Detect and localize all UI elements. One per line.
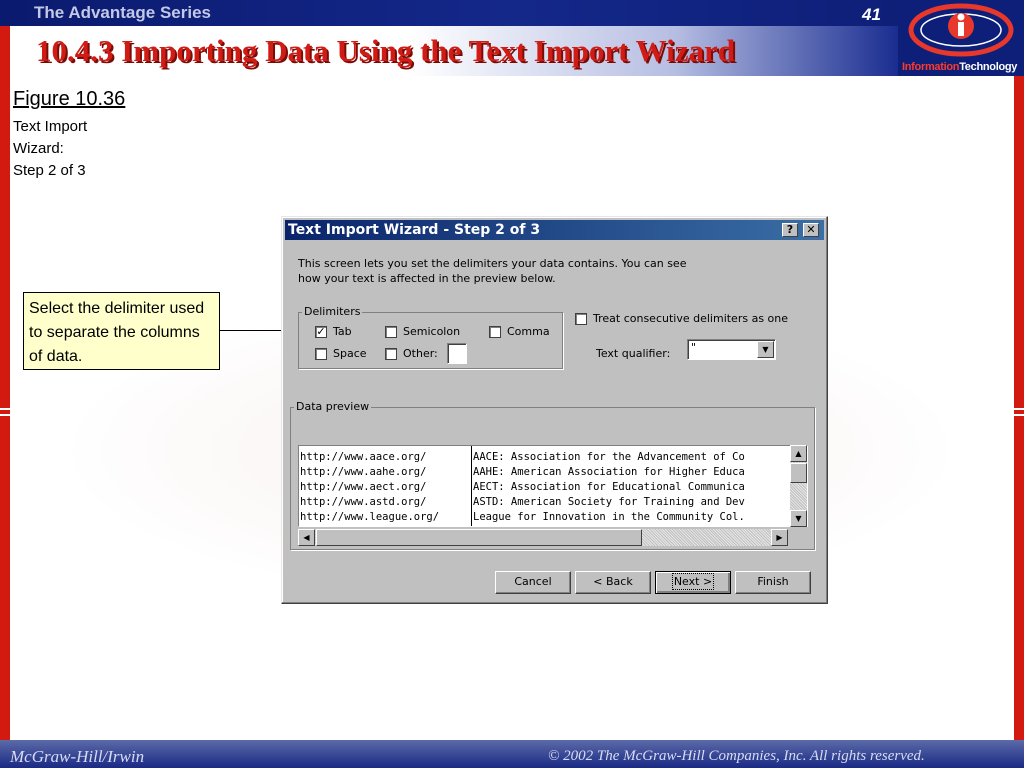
logo-word-white: Technology [959,61,1018,73]
page-number: 41 [862,5,881,24]
next-button[interactable]: Next > [655,571,731,594]
text-qualifier-value: " [691,341,697,354]
figure-description-line: Step 2 of 3 [13,162,86,179]
preview-cell-url: http://www.aace.org/ [300,451,427,463]
instructions-line: This screen lets you set the delimiters … [298,257,687,270]
preview-cell-desc: League for Innovation in the Community C… [473,511,745,523]
publisher-name: McGraw-Hill/Irwin [10,747,145,766]
logo-area: InformationTechnology [898,0,1024,76]
chevron-down-icon[interactable]: ▼ [757,341,774,358]
dialog-title-bar: Text Import Wizard - Step 2 of 3 ? ✕ [285,220,824,240]
treat-consecutive-checkbox[interactable] [575,313,587,325]
horizontal-scroll-thumb[interactable] [316,529,642,546]
figure-description: Text Import Wizard: Step 2 of 3 [13,116,87,182]
other-checkbox-label[interactable]: Other: [403,347,438,360]
back-button[interactable]: < Back [575,571,651,594]
left-bar-stripe [0,414,10,416]
preview-cell-url: http://www.league.org/ [300,511,440,523]
dialog-title: Text Import Wizard - Step 2 of 3 [288,222,541,238]
space-checkbox[interactable] [315,348,327,360]
finish-button[interactable]: Finish [735,571,811,594]
data-preview-group-label: Data preview [294,400,372,413]
logo-word-red: Information [902,61,960,73]
data-preview-grid[interactable]: http://www.aace.org/ AACE: Association f… [298,445,808,527]
semicolon-checkbox[interactable] [385,326,397,338]
vertical-scroll-thumb[interactable] [790,463,807,483]
left-bar-stripe [0,408,10,410]
help-button[interactable]: ? [782,223,798,237]
series-name: The Advantage Series [34,3,211,22]
preview-cell-url: http://www.astd.org/ [300,496,427,508]
comma-checkbox[interactable] [489,326,501,338]
delimiters-group-label: Delimiters [302,305,363,318]
callout-box: Select the delimiter used to separate th… [23,292,220,370]
delimiters-group [298,312,563,369]
next-button-label: Next > [671,573,715,590]
preview-cell-desc: AECT: Association for Educational Commun… [473,481,745,493]
scroll-up-icon[interactable]: ▲ [790,445,807,462]
other-checkbox[interactable] [385,348,397,360]
left-accent-bar [0,26,10,740]
text-qualifier-label: Text qualifier: [596,347,671,360]
slide-title: 10.4.3 Importing Data Using the Text Imp… [36,33,735,68]
scroll-left-icon[interactable]: ◀ [298,529,315,546]
information-technology-logo-icon [908,3,1014,57]
space-checkbox-label[interactable]: Space [333,347,367,360]
preview-cell-url: http://www.aahe.org/ [300,466,427,478]
other-delimiter-input[interactable] [447,343,467,364]
scroll-right-icon[interactable]: ▶ [771,529,788,546]
preview-cell-desc: ASTD: American Society for Training and … [473,496,745,508]
figure-description-line: Wizard: [13,140,64,157]
instructions-line: how your text is affected in the preview… [298,272,556,285]
text-qualifier-select[interactable]: " ▼ [687,339,776,360]
cancel-button[interactable]: Cancel [495,571,571,594]
tab-checkbox[interactable]: ✓ [315,326,327,338]
tab-checkbox-label[interactable]: Tab [333,325,352,338]
figure-description-line: Text Import [13,118,88,135]
right-bar-stripe [1014,408,1024,410]
preview-cell-desc: AACE: Association for the Advancement of… [473,451,745,463]
close-button[interactable]: ✕ [803,223,819,237]
preview-cell-url: http://www.aect.org/ [300,481,427,493]
preview-horizontal-scrollbar[interactable]: ◀ ▶ [298,529,788,546]
logo-wordmark: InformationTechnology [902,61,1017,73]
preview-cell-desc: AAHE: American Association for Higher Ed… [473,466,745,478]
dialog-instructions: This screen lets you set the delimiters … [298,256,698,286]
semicolon-checkbox-label[interactable]: Semicolon [403,325,460,338]
treat-consecutive-label[interactable]: Treat consecutive delimiters as one [593,312,788,325]
right-bar-stripe [1014,414,1024,416]
text-import-wizard-dialog: Text Import Wizard - Step 2 of 3 ? ✕ Thi… [281,216,828,604]
scroll-down-icon[interactable]: ▼ [790,510,807,527]
preview-vertical-scrollbar[interactable]: ▲ ▼ [790,445,807,527]
figure-label: Figure 10.36 [13,88,126,110]
copyright-notice: © 2002 The McGraw-Hill Companies, Inc. A… [548,748,925,764]
comma-checkbox-label[interactable]: Comma [507,325,550,338]
